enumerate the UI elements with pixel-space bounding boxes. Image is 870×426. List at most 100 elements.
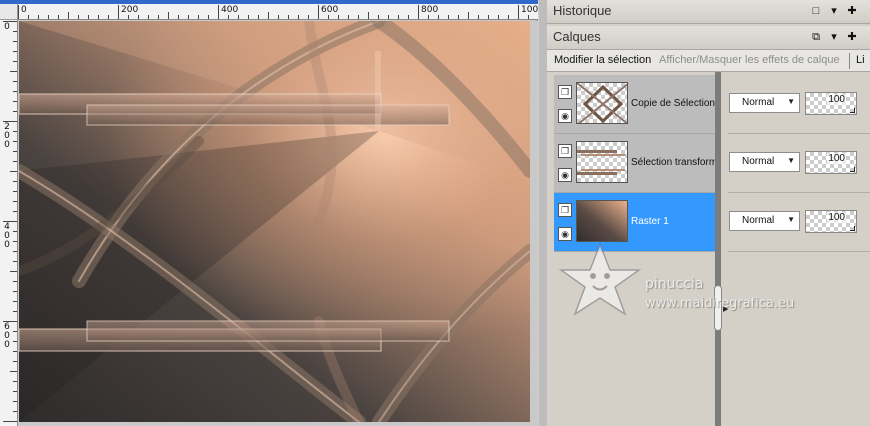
ruler-tick: [528, 15, 529, 19]
ruler-tick: [13, 61, 17, 62]
float-window-icon[interactable]: ⧉: [809, 30, 823, 44]
ruler-tick: [498, 15, 499, 19]
vertical-ruler: 0 2 0 0 4 0 0 6 0 0: [0, 20, 18, 426]
pin-icon[interactable]: ✚: [845, 30, 859, 44]
ruler-tick: [13, 211, 17, 212]
ruler-tick: [13, 141, 17, 142]
layer-row[interactable]: ❐ ◉ Raster 1 Normal ▼ 100: [547, 193, 870, 252]
ruler-tick: [368, 12, 369, 19]
ruler-label: 400: [221, 5, 239, 15]
opacity-field[interactable]: 100: [805, 151, 857, 174]
opacity-field[interactable]: 100: [805, 92, 857, 115]
chevron-down-icon: ▼: [787, 156, 795, 165]
ruler-tick: [518, 5, 519, 19]
chevron-down-icon: ▼: [787, 215, 795, 224]
pin-icon[interactable]: ✚: [845, 4, 859, 18]
historique-header[interactable]: Historique □ ▾ ✚: [547, 0, 870, 24]
chevron-down-icon[interactable]: ▾: [827, 4, 841, 18]
resize-corner-icon: [850, 167, 855, 172]
ruler-tick: [13, 381, 17, 382]
opacity-field[interactable]: 100: [805, 210, 857, 233]
ruler-tick: [428, 15, 429, 19]
ruler-tick: [13, 31, 17, 32]
image-canvas[interactable]: [19, 21, 530, 422]
ruler-tick: [168, 12, 169, 19]
blend-mode-value: Normal: [742, 156, 775, 167]
ruler-tick: [268, 12, 269, 19]
layer-stack-icon[interactable]: ❐: [558, 203, 572, 217]
ruler-tick: [13, 411, 17, 412]
layer-info[interactable]: ❐ ◉ Copie de Sélection tra: [554, 75, 721, 134]
ruler-tick: [13, 251, 17, 252]
ruler-tick: [13, 51, 17, 52]
layer-stack-icon[interactable]: ❐: [558, 144, 572, 158]
ruler-tick: [13, 111, 17, 112]
ruler-tick: [128, 15, 129, 19]
splitter-handle[interactable]: [714, 285, 722, 331]
restore-icon[interactable]: □: [809, 4, 823, 18]
ruler-label: 0: [4, 22, 10, 32]
ruler-tick: [13, 151, 17, 152]
ruler-tick: [13, 361, 17, 362]
layer-info[interactable]: ❐ ◉ Sélection transformée: [554, 134, 721, 193]
blend-mode-select[interactable]: Normal ▼: [729, 152, 800, 172]
resize-corner-icon: [850, 108, 855, 113]
blend-mode-value: Normal: [742, 97, 775, 108]
ruler-tick: [458, 15, 459, 19]
chevron-down-icon[interactable]: ▾: [827, 30, 841, 44]
ruler-tick: [38, 15, 39, 19]
ruler-tick: [13, 191, 17, 192]
ruler-tick: [13, 261, 17, 262]
ruler-tick: [10, 271, 17, 272]
toolbar-separator: [849, 53, 850, 69]
ruler-tick: [378, 15, 379, 19]
ruler-tick: [13, 291, 17, 292]
layer-properties: Normal ▼ 100: [728, 193, 870, 252]
ruler-tick: [3, 421, 17, 422]
ruler-tick: [13, 311, 17, 312]
opacity-value: 100: [827, 212, 846, 223]
layer-thumbnail: [576, 141, 628, 183]
eye-icon[interactable]: ◉: [558, 168, 572, 182]
modify-selection-button[interactable]: Modifier la sélection: [554, 54, 651, 66]
ruler-tick: [68, 12, 69, 19]
chevron-down-icon: ▼: [787, 97, 795, 106]
toggle-layer-effects-button[interactable]: Afficher/Masquer les effets de calque: [659, 54, 840, 66]
calques-header[interactable]: Calques ⧉ ▾ ✚: [547, 26, 870, 50]
ruler-tick: [13, 81, 17, 82]
ruler-tick: [318, 5, 319, 19]
ruler-tick: [478, 15, 479, 19]
calques-toolbar: Modifier la sélection Afficher/Masquer l…: [547, 50, 870, 72]
ruler-tick: [408, 15, 409, 19]
ruler-tick: [118, 5, 119, 19]
layer-stack-icon[interactable]: ❐: [558, 85, 572, 99]
layer-info-selected[interactable]: ❐ ◉ Raster 1: [554, 193, 721, 252]
layer-name[interactable]: Raster 1: [631, 216, 721, 227]
ruler-tick: [418, 5, 419, 19]
ruler-tick: [298, 15, 299, 19]
ruler-tick: [438, 15, 439, 19]
palette-edge: [539, 0, 547, 426]
layer-row[interactable]: ❐ ◉ Sélection transformée Normal ▼ 100: [547, 134, 870, 193]
ruler-tick: [108, 15, 109, 19]
layers-splitter[interactable]: [715, 72, 721, 426]
ruler-tick: [13, 341, 17, 342]
truncated-toolbar-button[interactable]: Li: [856, 54, 865, 66]
eye-icon[interactable]: ◉: [558, 109, 572, 123]
layer-row[interactable]: ❐ ◉ Copie de Sélection tra Normal ▼ 100: [547, 75, 870, 134]
ruler-label: 800: [421, 5, 439, 15]
layer-name[interactable]: Copie de Sélection tra: [631, 98, 721, 109]
layer-thumbnail: [576, 82, 628, 124]
ruler-tick: [248, 15, 249, 19]
ruler-tick: [13, 281, 17, 282]
ruler-tick: [388, 15, 389, 19]
ruler-tick: [13, 201, 17, 202]
ruler-tick: [13, 161, 17, 162]
ruler-tick: [48, 15, 49, 19]
opacity-value: 100: [827, 94, 846, 105]
layer-name[interactable]: Sélection transformée: [631, 157, 721, 168]
ruler-tick: [448, 15, 449, 19]
blend-mode-select[interactable]: Normal ▼: [729, 93, 800, 113]
eye-icon[interactable]: ◉: [558, 227, 572, 241]
blend-mode-select[interactable]: Normal ▼: [729, 211, 800, 231]
